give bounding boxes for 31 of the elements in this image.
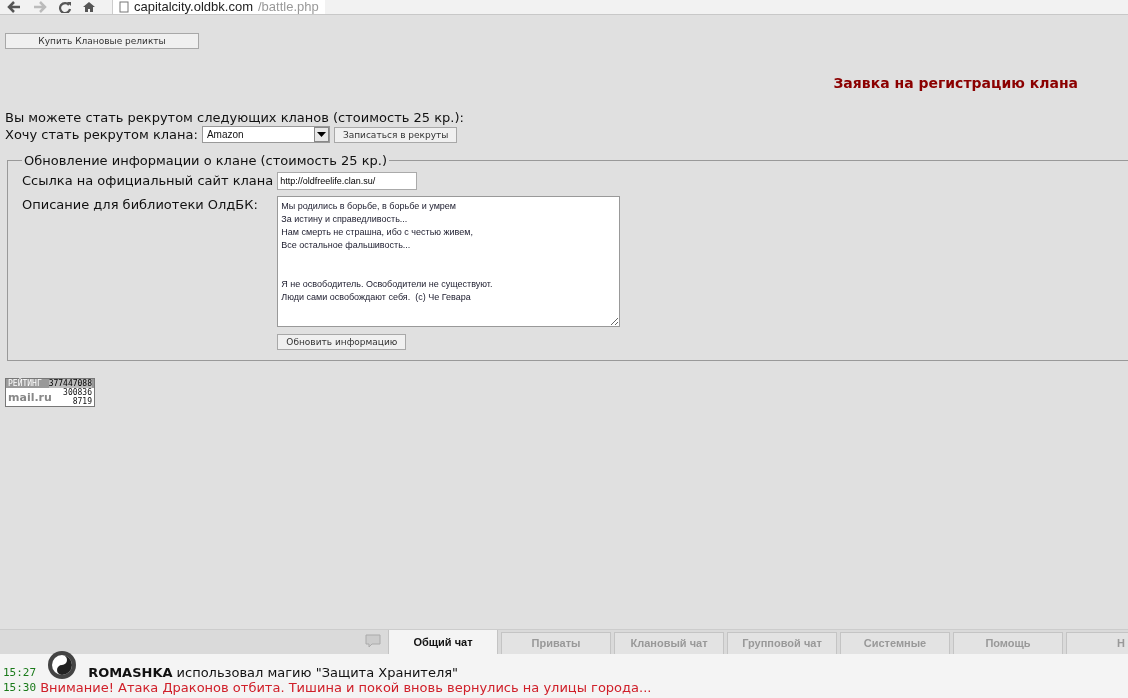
- recruit-label: Хочу стать рекрутом клана:: [5, 126, 198, 143]
- reload-icon[interactable]: [58, 1, 72, 13]
- address-bar[interactable]: capitalcity.oldbk.com /battle.php: [112, 0, 325, 14]
- chat-tab[interactable]: Общий чат: [388, 630, 498, 654]
- site-field[interactable]: http://oldfreelife.clan.su/: [277, 172, 418, 190]
- page-heading: Заявка на регистрацию клана: [832, 75, 1079, 91]
- url-path: /battle.php: [258, 0, 319, 14]
- alert-message: Внимание! Атака Драконов отбита. Тишина и покой вновь вернулись на улицы города...: [40, 680, 652, 695]
- counter-logo: mail.ru: [8, 390, 52, 404]
- clan-select[interactable]: Amazon: [201, 126, 330, 143]
- counter-label: РЕЙТИНГ: [8, 379, 42, 388]
- message-time: 15:30: [3, 680, 37, 695]
- counter-hits: 300836: [63, 388, 92, 397]
- counter-hosts: 8719: [72, 397, 92, 406]
- message-time: 15:27: [3, 665, 37, 680]
- recruit-button[interactable]: Записаться в рекруты: [333, 126, 458, 143]
- relics-button[interactable]: Купить Клановые реликты: [5, 33, 199, 49]
- site-label: Ссылка на официальный сайт клана: [22, 172, 274, 189]
- rating-counter[interactable]: РЕЙТИНГ 377447088 mail.ru 300836 8719: [5, 378, 95, 407]
- back-icon[interactable]: [6, 1, 22, 13]
- update-button[interactable]: Обновить информацию: [277, 334, 407, 350]
- description-field[interactable]: Мы родились в борьбе, в борьбе и умрем За истину и справедливость... Нам смерть не страшна, ибо с честью живем, Все остальное фальшивость... Я не освободитель. Освободители не существуют. Люди сами освобождают себя. (c) Че Гевара: [277, 196, 621, 327]
- home-icon[interactable]: [82, 1, 96, 13]
- counter-total: 377447088: [48, 379, 92, 388]
- recruit-intro: Вы можете стать рекрутом следующих кланов (стоимость 25 кр.):: [5, 109, 465, 126]
- description-label: Описание для библиотеки ОлдБК:: [22, 196, 259, 213]
- message-text: использовал магию "Защита Хранителя": [176, 665, 459, 680]
- panel-legend: Обновление информации о клане (стоимость 25 кр.): [22, 153, 389, 168]
- username[interactable]: ROMASHKA: [88, 665, 173, 680]
- page-icon: [119, 1, 129, 13]
- url-host: capitalcity.oldbk.com: [134, 0, 253, 14]
